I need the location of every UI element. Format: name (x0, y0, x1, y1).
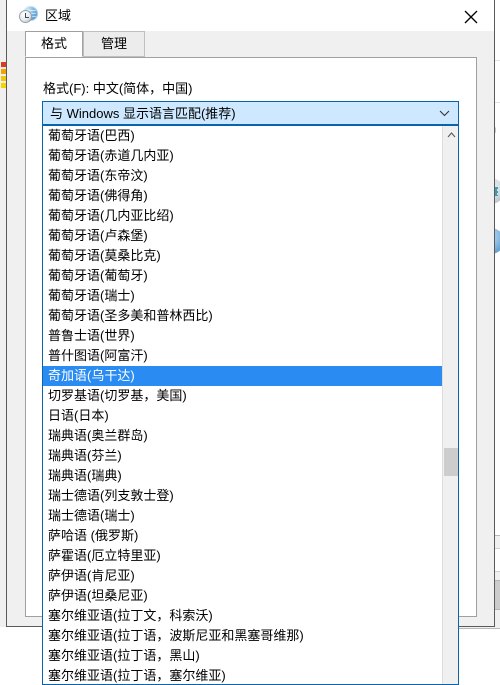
format-tab-panel: 格式(F): 中文(简体，中国) 与 Windows 显示语言匹配(推荐) 葡萄… (25, 57, 477, 685)
window-title: 区域 (45, 8, 72, 23)
dropdown-item[interactable]: 葡萄牙语(卢森堡) (43, 226, 443, 246)
dropdown-item[interactable]: 葡萄牙语(东帝汶) (43, 166, 443, 186)
dropdown-item[interactable]: 普鲁士语(世界) (43, 326, 443, 346)
scroll-up-button[interactable] (443, 126, 458, 143)
dropdown-item[interactable]: 萨伊语(肯尼亚) (43, 566, 443, 586)
close-button[interactable] (448, 0, 494, 31)
dropdown-item[interactable]: 普什图语(阿富汗) (43, 346, 443, 366)
dropdown-item[interactable]: 葡萄牙语(莫桑比克) (43, 246, 443, 266)
dropdown-item[interactable]: 塞尔维亚语(拉丁语，黑山) (43, 646, 443, 666)
format-dropdown-list[interactable]: 葡萄牙语(巴西) 葡萄牙语(赤道几内亚) 葡萄牙语(东帝汶) 葡萄牙语(佛得角) 葡萄牙… (42, 125, 459, 685)
dropdown-item[interactable]: 切罗基语(切罗基，美国) (43, 386, 443, 406)
dropdown-item[interactable]: 葡萄牙语(葡萄牙) (43, 266, 443, 286)
chevron-up-icon (447, 132, 456, 138)
format-field-label: 格式(F): 中文(简体，中国) (43, 81, 193, 96)
dropdown-item[interactable]: 萨霍语(厄立特里亚) (43, 546, 443, 566)
dropdown-item[interactable]: 日语(日本) (43, 406, 443, 426)
tab-format[interactable]: 格式 (25, 31, 83, 57)
dropdown-item[interactable]: 塞尔维亚语(拉丁文，科索沃) (43, 606, 443, 626)
dropdown-item[interactable]: 塞尔维亚语(拉丁语，塞尔维亚) (43, 666, 443, 684)
dropdown-item[interactable]: 塞尔维亚语(拉丁语，波斯尼亚和黑塞哥维那) (43, 626, 443, 646)
dropdown-item[interactable]: 萨哈语 (俄罗斯) (43, 526, 443, 546)
dropdown-item[interactable]: 葡萄牙语(赤道几内亚) (43, 146, 443, 166)
title-bar: 区域 (7, 0, 494, 31)
dropdown-item[interactable]: 葡萄牙语(佛得角) (43, 186, 443, 206)
dropdown-scrollbar[interactable] (442, 126, 458, 684)
dropdown-item[interactable]: 瑞典语(瑞典) (43, 466, 443, 486)
format-combobox[interactable]: 与 Windows 显示语言匹配(推荐) (42, 101, 459, 125)
region-globe-clock-icon (19, 6, 38, 25)
close-icon (464, 10, 478, 24)
dropdown-item[interactable]: 瑞士德语(瑞士) (43, 506, 443, 526)
dropdown-item[interactable]: 葡萄牙语(巴西) (43, 126, 443, 146)
tab-strip: 格式 管理 (7, 31, 494, 57)
dropdown-item[interactable]: 葡萄牙语(圣多美和普林西比) (43, 306, 443, 326)
dropdown-item[interactable]: 葡萄牙语(瑞士) (43, 286, 443, 306)
dropdown-item[interactable]: 瑞典语(芬兰) (43, 446, 443, 466)
tab-administrative[interactable]: 管理 (83, 31, 145, 57)
dropdown-item[interactable]: 瑞典语(奥兰群岛) (43, 426, 443, 446)
chevron-down-icon (439, 110, 450, 117)
dropdown-item[interactable]: 瑞士德语(列支敦士登) (43, 486, 443, 506)
format-combobox-value: 与 Windows 显示语言匹配(推荐) (50, 106, 236, 121)
region-dialog: 区域 格式 管理 格式(F): 中文(简体，中国) 与 Windows 显示语言… (6, 0, 495, 685)
dropdown-item[interactable]: 葡萄牙语(几内亚比绍) (43, 206, 443, 226)
dropdown-item[interactable]: 萨伊语(坦桑尼亚) (43, 586, 443, 606)
scrollbar-thumb[interactable] (444, 448, 458, 476)
dropdown-items: 葡萄牙语(巴西) 葡萄牙语(赤道几内亚) 葡萄牙语(东帝汶) 葡萄牙语(佛得角) 葡萄牙… (43, 126, 443, 684)
dropdown-item[interactable]: 奇加语(乌干达) (43, 366, 443, 386)
